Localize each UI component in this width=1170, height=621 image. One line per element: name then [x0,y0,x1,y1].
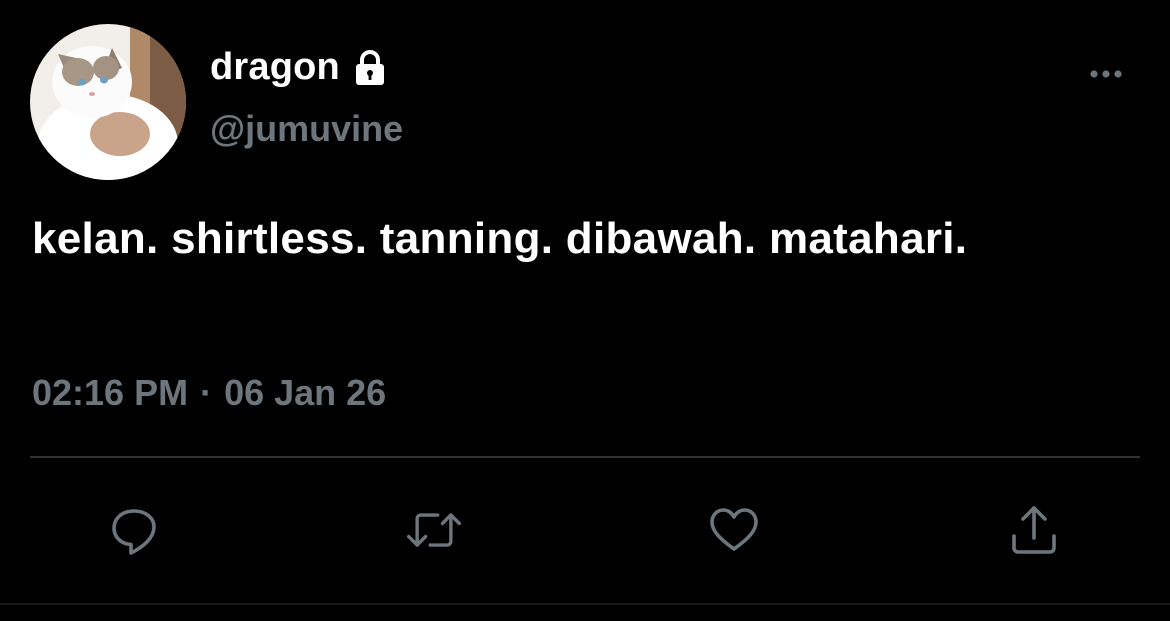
like-button[interactable] [704,500,764,560]
cat-avatar-image [30,24,186,180]
comment-icon [112,509,156,555]
tweet-text: kelan. shirtless. tanning. dibawah. mata… [32,214,968,263]
reply-button[interactable] [104,500,164,560]
tweet-card: dragon @jumuvine kelan. shirtless. tanni… [0,0,1170,621]
retweet-icon [407,513,461,547]
display-name[interactable]: dragon [210,46,340,89]
display-name-row: dragon [210,44,390,90]
retweet-button[interactable] [404,500,464,560]
timestamp-separator: · [200,372,213,413]
bottom-divider [0,603,1170,605]
tweet-date: 06 Jan 26 [224,372,387,413]
tweet-time: 02:16 PM [32,372,189,413]
share-button[interactable] [1004,500,1064,560]
user-handle[interactable]: @jumuvine [210,108,403,150]
more-dots-icon[interactable] [1082,60,1130,88]
tweet-timestamp[interactable]: 02:16 PM · 06 Jan 26 [32,372,386,414]
heart-icon [710,508,758,551]
divider [30,456,1140,458]
lock-icon [350,47,390,87]
share-icon [1012,506,1056,554]
avatar[interactable] [30,24,186,180]
